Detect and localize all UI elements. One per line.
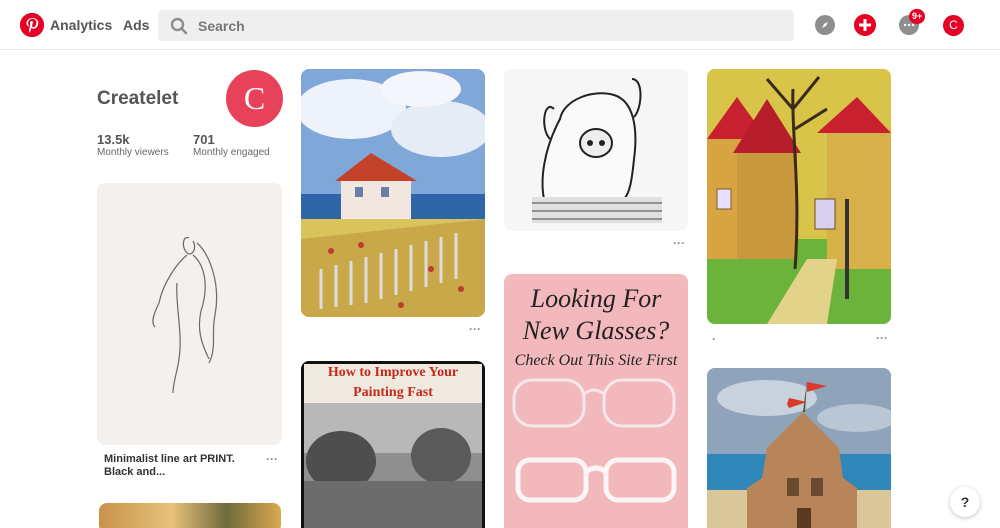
- help-button[interactable]: ?: [950, 487, 980, 517]
- search-bar[interactable]: [158, 10, 794, 41]
- pin-minimalist-more-button[interactable]: ···: [266, 452, 278, 466]
- stat-engaged-value: 701: [193, 132, 215, 147]
- nav-analytics[interactable]: Analytics: [50, 17, 112, 33]
- pin-improve-painting[interactable]: How to Improve Your Painting Fast: [301, 361, 485, 528]
- stat-engaged-label: Monthly engaged: [193, 147, 270, 158]
- explore-compass-icon[interactable]: [815, 15, 835, 35]
- sand-castle-image: [707, 368, 891, 528]
- line-art-image: [152, 236, 218, 394]
- nav-ads[interactable]: Ads: [123, 17, 149, 33]
- stat-viewers-value: 13.5k: [97, 132, 130, 147]
- pin-pig-sketch[interactable]: [504, 69, 688, 231]
- pinterest-logo-icon[interactable]: [20, 13, 44, 37]
- pin-sand-castle[interactable]: [707, 368, 891, 528]
- pin-minimalist-line-art[interactable]: [97, 183, 282, 445]
- search-input[interactable]: [198, 10, 778, 41]
- notifications-badge: 9+: [909, 9, 926, 24]
- pin-pig-more-button[interactable]: ···: [673, 236, 685, 250]
- glasses-image: [512, 378, 677, 503]
- create-plus-icon[interactable]: [854, 14, 876, 36]
- user-avatar[interactable]: C: [943, 15, 964, 36]
- pin-seaside-more-button[interactable]: ···: [469, 322, 481, 336]
- profile-name[interactable]: Createlet: [97, 88, 178, 110]
- profile-avatar[interactable]: C: [226, 70, 283, 127]
- pin-village-painting[interactable]: [707, 69, 891, 324]
- stat-viewers-label: Monthly viewers: [97, 147, 169, 158]
- pin-new-glasses[interactable]: Looking For New Glasses? Check Out This …: [504, 274, 688, 528]
- painting-title-line1: How to Improve Your: [327, 365, 459, 380]
- painting-title-line2: Painting Fast: [353, 385, 433, 400]
- pin-autumn-preview[interactable]: [99, 503, 281, 528]
- pig-sketch-image: [532, 78, 662, 223]
- village-image: [707, 69, 891, 324]
- pin-village-caption: .: [712, 329, 716, 343]
- pin-minimalist-caption[interactable]: Minimalist line art PRINT. Black and...: [104, 453, 254, 479]
- pin-village-more-button[interactable]: ···: [876, 331, 888, 345]
- pin-seaside-house[interactable]: [301, 69, 485, 317]
- seaside-house-image: [301, 69, 485, 317]
- search-icon: [170, 17, 188, 35]
- top-header: Analytics Ads 9+ C: [0, 0, 1000, 50]
